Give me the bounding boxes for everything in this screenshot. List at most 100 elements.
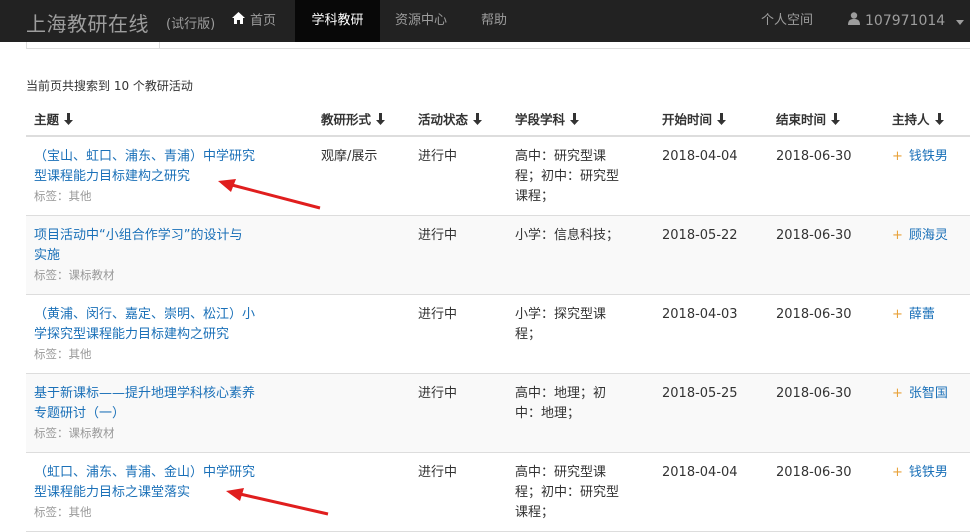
sort-arrow-icon: [570, 113, 580, 128]
activity-start-date: 2018-05-25: [662, 386, 738, 401]
table-row: （黄浦、闵行、嘉定、崇明、松江）小 学探究型课程能力目标建构之研究 标签：其他 …: [26, 295, 970, 374]
activity-tag: 标签：其他: [34, 347, 92, 361]
subject-line: 高中：地理；初: [515, 386, 607, 401]
activity-title-link[interactable]: （黄浦、闵行、嘉定、崇明、松江）小 学探究型课程能力目标建构之研究: [34, 305, 284, 345]
nav-help-label: 帮助: [481, 13, 508, 28]
subject-line: 程；初中：研究型: [515, 169, 620, 184]
title-line: （宝山、虹口、浦东、青浦）中学研究: [34, 149, 256, 164]
activity-start-date: 2018-05-22: [662, 228, 738, 243]
nav-subject-research-label: 学科教研: [311, 13, 364, 28]
header-label: 开始时间: [662, 112, 713, 127]
activity-host-link[interactable]: + 薛蕾: [892, 305, 935, 325]
sort-arrow-icon: [473, 113, 483, 128]
column-header-topic[interactable]: 主题: [34, 109, 74, 128]
nav-resource-center[interactable]: 资源中心: [395, 0, 447, 42]
sort-arrow-icon: [831, 113, 841, 128]
activity-start-date: 2018-04-03: [662, 307, 738, 322]
host-name: 顾海灵: [908, 228, 948, 243]
sort-arrow-icon: [376, 113, 386, 128]
header-label: 教研形式: [321, 112, 372, 127]
column-header-host[interactable]: 主持人: [892, 109, 944, 128]
activity-end-date: 2018-06-30: [776, 307, 852, 322]
title-line: 学探究型课程能力目标建构之研究: [34, 327, 230, 342]
title-line: 型课程能力目标之课堂落实: [34, 485, 191, 500]
subject-line: 小学：探究型课: [515, 307, 607, 322]
activity-end-date: 2018-06-30: [776, 386, 852, 401]
table-row: （宝山、虹口、浦东、青浦）中学研究 型课程能力目标建构之研究 标签：其他 观摩/…: [26, 137, 970, 216]
activity-tag: 标签：其他: [34, 505, 92, 519]
activity-stage-subject: 高中：研究型课 程；初中：研究型 课程；: [515, 463, 640, 523]
activity-title-link[interactable]: 项目活动中“小组合作学习”的设计与 实施: [34, 226, 284, 266]
activity-tag: 标签：其他: [34, 189, 92, 203]
activity-end-date: 2018-06-30: [776, 465, 852, 480]
activity-title-link[interactable]: 基于新课标——提升地理学科核心素养 专题研讨（一）: [34, 384, 284, 424]
brand-logo[interactable]: 上海教研在线: [26, 8, 149, 37]
activity-tag: 标签：课标教材: [34, 426, 115, 440]
personal-space-label: 个人空间: [761, 13, 814, 28]
plus-icon: +: [892, 149, 903, 164]
table-row: 项目活动中“小组合作学习”的设计与 实施 标签：课标教材 进行中 小学：信息科技…: [26, 216, 970, 295]
header-label: 活动状态: [418, 112, 469, 127]
column-header-end[interactable]: 结束时间: [776, 109, 841, 128]
activity-stage-subject: 小学：探究型课 程；: [515, 305, 640, 345]
title-line: 基于新课标——提升地理学科核心素养: [34, 386, 256, 401]
table-row: （虹口、浦东、青浦、金山）中学研究 型课程能力目标之课堂落实 标签：其他 进行中…: [26, 453, 970, 532]
activity-start-date: 2018-04-04: [662, 465, 738, 480]
title-line: 项目活动中“小组合作学习”的设计与: [34, 228, 243, 243]
subject-line: 程；初中：研究型: [515, 485, 620, 500]
table-row: 基于新课标——提升地理学科核心素养 专题研讨（一） 标签：课标教材 进行中 高中…: [26, 374, 970, 453]
header-label: 主持人: [892, 112, 930, 127]
home-icon: [232, 0, 245, 42]
subject-line: 小学：信息科技；: [515, 228, 620, 243]
activity-host-link[interactable]: + 钱铁男: [892, 463, 948, 483]
column-header-stage-subject[interactable]: 学段学科: [515, 109, 580, 128]
plus-icon: +: [892, 465, 903, 480]
sort-arrow-icon: [934, 113, 944, 128]
title-line: （虹口、浦东、青浦、金山）中学研究: [34, 465, 256, 480]
activity-status: 进行中: [418, 228, 458, 243]
nav-personal-space[interactable]: 个人空间: [761, 0, 813, 42]
subject-line: 高中：研究型课: [515, 465, 607, 480]
host-name: 钱铁男: [908, 149, 948, 164]
subject-line: 课程；: [515, 505, 555, 520]
activity-end-date: 2018-06-30: [776, 228, 852, 243]
header-label: 主题: [34, 112, 60, 127]
header-label: 结束时间: [776, 112, 827, 127]
activity-end-date: 2018-06-30: [776, 149, 852, 164]
nav-help[interactable]: 帮助: [481, 0, 507, 42]
activity-stage-subject: 高中：地理；初 中：地理；: [515, 384, 640, 424]
user-id: 107971014: [865, 13, 946, 29]
activity-title-link[interactable]: （虹口、浦东、青浦、金山）中学研究 型课程能力目标之课堂落实: [34, 463, 284, 503]
subject-line: 高中：研究型课: [515, 149, 607, 164]
activity-title-link[interactable]: （宝山、虹口、浦东、青浦）中学研究 型课程能力目标建构之研究: [34, 147, 284, 187]
column-header-status[interactable]: 活动状态: [418, 109, 483, 128]
activity-status: 进行中: [418, 465, 458, 480]
activity-host-link[interactable]: + 顾海灵: [892, 226, 948, 246]
user-icon: [848, 0, 860, 42]
host-name: 钱铁男: [908, 465, 948, 480]
plus-icon: +: [892, 386, 903, 401]
activity-host-link[interactable]: + 张智国: [892, 384, 948, 404]
column-header-start[interactable]: 开始时间: [662, 109, 727, 128]
header-label: 学段学科: [515, 112, 566, 127]
nav-home-label: 首页: [250, 13, 277, 29]
top-navbar: 上海教研在线 (试行版) 首页 学科教研 资源中心 帮助 个人空间 107971…: [0, 0, 970, 42]
nav-home[interactable]: 首页: [222, 0, 300, 42]
user-menu[interactable]: 107971014: [848, 0, 964, 42]
subject-line: 程；: [515, 327, 542, 342]
sub-toolbar-divider: [159, 42, 160, 48]
subject-line: 课程；: [515, 189, 555, 204]
activity-host-link[interactable]: + 钱铁男: [892, 147, 948, 167]
plus-icon: +: [892, 228, 903, 243]
column-header-form[interactable]: 教研形式: [321, 109, 386, 128]
caret-down-icon: [955, 0, 964, 42]
activity-stage-subject: 小学：信息科技；: [515, 226, 640, 246]
activity-status: 进行中: [418, 149, 458, 164]
activity-form: 观摩/展示: [321, 149, 378, 164]
sort-arrow-icon: [717, 113, 727, 128]
nav-resource-center-label: 资源中心: [395, 13, 448, 28]
activity-status: 进行中: [418, 386, 458, 401]
plus-icon: +: [892, 307, 903, 322]
host-name: 薛蕾: [908, 307, 935, 322]
nav-subject-research[interactable]: 学科教研: [295, 0, 380, 42]
